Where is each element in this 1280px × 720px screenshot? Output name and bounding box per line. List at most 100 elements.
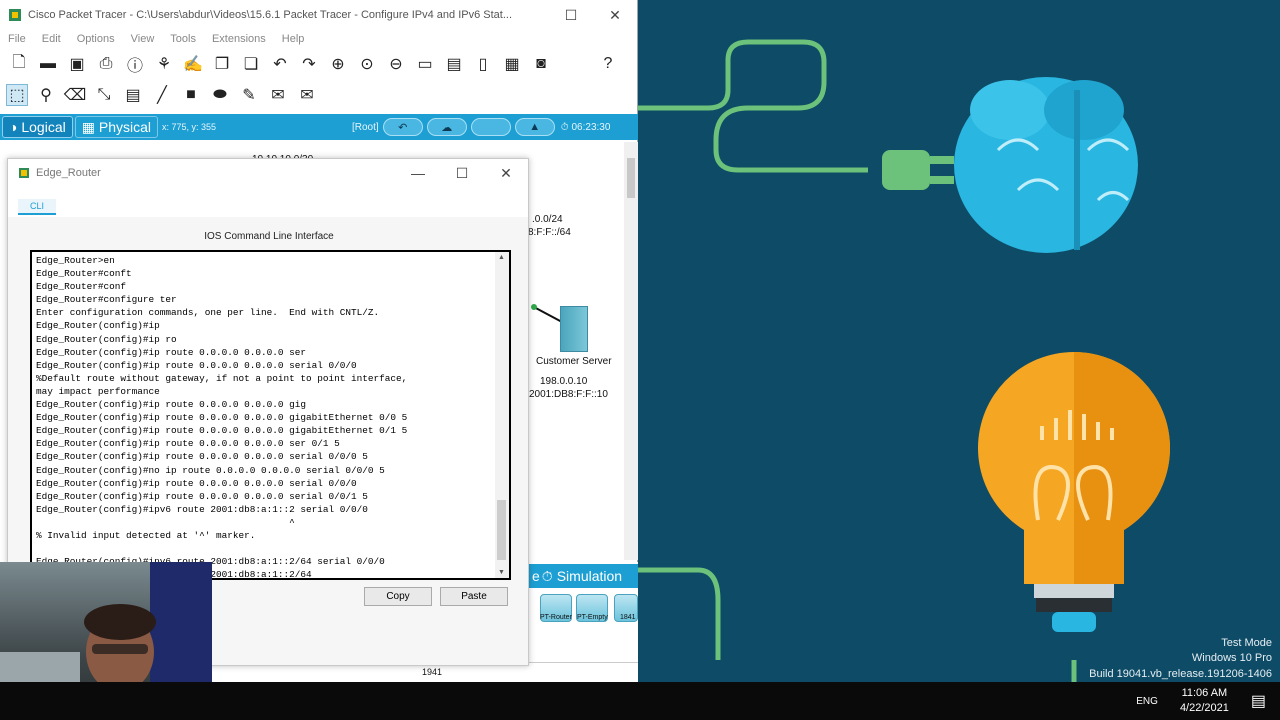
close-button[interactable]: ✕ <box>484 165 528 182</box>
notifications-icon[interactable]: ▤ <box>1251 691 1266 711</box>
zoom-reset-icon[interactable]: ⊙ <box>356 53 378 75</box>
menu-help[interactable]: Help <box>282 33 305 45</box>
draw-ellipse-icon[interactable]: ⬬ <box>209 84 231 106</box>
info-icon[interactable]: ⓘ <box>124 53 146 75</box>
watermark-test-mode: Test Mode <box>1221 637 1272 649</box>
copy-icon[interactable]: ❐ <box>211 53 233 75</box>
delete-icon[interactable]: ⌫ <box>64 84 87 106</box>
cli-heading: IOS Command Line Interface <box>204 231 334 242</box>
edit-toolbar: ⬚ ⚲ ⌫ ⤡ ▤ ╱ ■ ⬬ ✎ ✉ ✉ <box>0 80 637 110</box>
root-label[interactable]: [Root] <box>352 122 379 133</box>
clock-time: 11:06 AM <box>1181 687 1228 699</box>
terminal-line: Edge_Router(config)#ip route 0.0.0.0 0.0… <box>36 359 357 371</box>
tab-logical-label: Logical <box>21 119 66 135</box>
terminal-line: Edge_Router(config)#ip route 0.0.0.0 0.0… <box>36 346 307 358</box>
network-info-icon[interactable]: ⚘ <box>153 53 175 75</box>
help-icon[interactable]: ? <box>597 53 619 75</box>
menu-options[interactable]: Options <box>77 33 115 45</box>
back-button[interactable]: ↶ <box>382 118 423 136</box>
maximize-button[interactable]: ☐ <box>440 165 484 182</box>
pdu-list-icon[interactable]: ▯ <box>472 53 494 75</box>
tab-cli[interactable]: CLI <box>18 199 56 215</box>
close-button[interactable]: ✕ <box>593 7 637 24</box>
drawing-palette-icon[interactable]: ▭ <box>414 53 436 75</box>
redo-icon[interactable]: ↷ <box>298 53 320 75</box>
menu-edit[interactable]: Edit <box>42 33 61 45</box>
tray-clock[interactable]: 11:06 AM 4/22/2021 <box>1180 686 1229 716</box>
save-icon[interactable]: ▣ <box>66 53 88 75</box>
draw-line-icon[interactable]: ╱ <box>151 84 173 106</box>
menu-tools[interactable]: Tools <box>170 33 196 45</box>
cursor-coordinates: x: 775, y: 355 <box>162 122 217 132</box>
pt-empty-label: PT-Empty <box>577 614 608 621</box>
custom-device-icon[interactable]: ▤ <box>443 53 465 75</box>
ipc-icon[interactable]: ▦ <box>501 53 523 75</box>
windows-taskbar: ENG 11:06 AM 4/22/2021 ▤ <box>0 682 1280 720</box>
paste-icon[interactable]: ❏ <box>240 53 262 75</box>
select-icon[interactable]: ⬚ <box>6 84 28 106</box>
activity-wizard-icon[interactable]: ✍ <box>182 53 204 75</box>
maximize-button[interactable]: ☐ <box>549 7 593 24</box>
tab-logical[interactable]: ◑ Logical <box>2 116 73 138</box>
freeform-icon[interactable]: ✎ <box>238 84 260 106</box>
realtime-tab-partial[interactable]: e <box>532 568 540 584</box>
terminal-line: may impact performance <box>36 385 160 397</box>
print-icon[interactable]: ⎙ <box>95 53 117 75</box>
scroll-down-icon[interactable]: ▼ <box>498 569 505 576</box>
server-ipv4-label: 198.0.0.10 <box>540 376 588 387</box>
terminal-line: ^ <box>36 516 295 528</box>
screenshot-icon[interactable]: ◙ <box>530 53 552 75</box>
zoom-out-icon[interactable]: ⊖ <box>385 53 407 75</box>
terminal-line: Edge_Router#configure ter <box>36 294 177 306</box>
new-file-icon[interactable]: 🗋 <box>8 53 30 75</box>
customer-server-icon[interactable] <box>560 306 588 352</box>
clock-date: 4/22/2021 <box>1179 702 1229 714</box>
draw-rectangle-icon[interactable]: ■ <box>180 84 202 106</box>
scrollbar-thumb[interactable] <box>627 158 635 198</box>
resize-shape-icon[interactable]: ⤡ <box>93 84 115 106</box>
terminal-line: Edge_Router(config)#no ip route 0.0.0.0 … <box>36 464 385 476</box>
add-complex-pdu-icon[interactable]: ✉ <box>296 84 318 106</box>
language-indicator[interactable]: ENG <box>1136 696 1158 707</box>
minimize-button[interactable]: — <box>396 165 440 181</box>
simulation-label: Simulation <box>556 568 623 584</box>
terminal-line: Edge_Router(config)#ipv6 route 2001:db8:… <box>36 503 368 515</box>
open-folder-icon[interactable]: ▬ <box>37 53 59 75</box>
watermark-build: Build 19041.vb_release.191206-1406 <box>1089 668 1272 680</box>
scroll-up-icon[interactable]: ▲ <box>498 254 505 261</box>
tab-physical-label: Physical <box>98 119 151 135</box>
dialog-title: Edge_Router <box>36 167 101 179</box>
terminal-line: Edge_Router(config)#ip <box>36 320 160 332</box>
menu-view[interactable]: View <box>131 33 155 45</box>
menu-extensions[interactable]: Extensions <box>212 33 266 45</box>
screen: Test Mode Windows 10 Pro Build 19041.vb_… <box>0 0 1280 720</box>
terminal-line: Edge_Router#conf <box>36 281 127 293</box>
place-note-icon[interactable]: ▤ <box>122 84 144 106</box>
copy-button[interactable]: Copy <box>364 587 432 606</box>
simulation-tab[interactable]: e ⏱ Simulation <box>528 564 638 588</box>
terminal-line: Edge_Router(config)#ip route 0.0.0.0 0.0… <box>36 438 340 450</box>
pt-window-title: Cisco Packet Tracer - C:\Users\abdur\Vid… <box>28 9 513 21</box>
menu-file[interactable]: File <box>8 33 26 45</box>
paste-button[interactable]: Paste <box>440 587 508 606</box>
cluster-icon[interactable]: ☁ <box>426 118 467 136</box>
watermark-edition: Windows 10 Pro <box>1191 652 1272 664</box>
brain-icon <box>954 77 1138 253</box>
illustration-art <box>638 39 1170 690</box>
zoom-in-icon[interactable]: ⊕ <box>327 53 349 75</box>
terminal-line: Edge_Router(config)#ip route 0.0.0.0 0.0… <box>36 451 368 463</box>
terminal-scrollbar[interactable]: ▲ ▼ <box>495 252 509 578</box>
background-icon[interactable]: ▲ <box>514 118 555 136</box>
workspace-scrollbar[interactable] <box>624 142 638 560</box>
pt-router-label: PT-Router <box>540 614 572 621</box>
router-1841-label: 1841 <box>620 614 636 621</box>
terminal-scroll-thumb[interactable] <box>497 500 506 560</box>
cli-terminal[interactable]: Edge_Router>en Edge_Router#conft Edge_Rout… <box>30 250 511 580</box>
terminal-line: Edge_Router(config)#ip route 0.0.0.0 0.0… <box>36 412 408 424</box>
inspect-icon[interactable]: ⚲ <box>35 84 57 106</box>
dialog-titlebar: Edge_Router — ☐ ✕ <box>8 159 528 187</box>
undo-icon[interactable]: ↶ <box>269 53 291 75</box>
tab-physical[interactable]: ▦ Physical <box>74 116 158 138</box>
add-simple-pdu-icon[interactable]: ✉ <box>267 84 289 106</box>
viewport-button[interactable] <box>470 118 511 136</box>
